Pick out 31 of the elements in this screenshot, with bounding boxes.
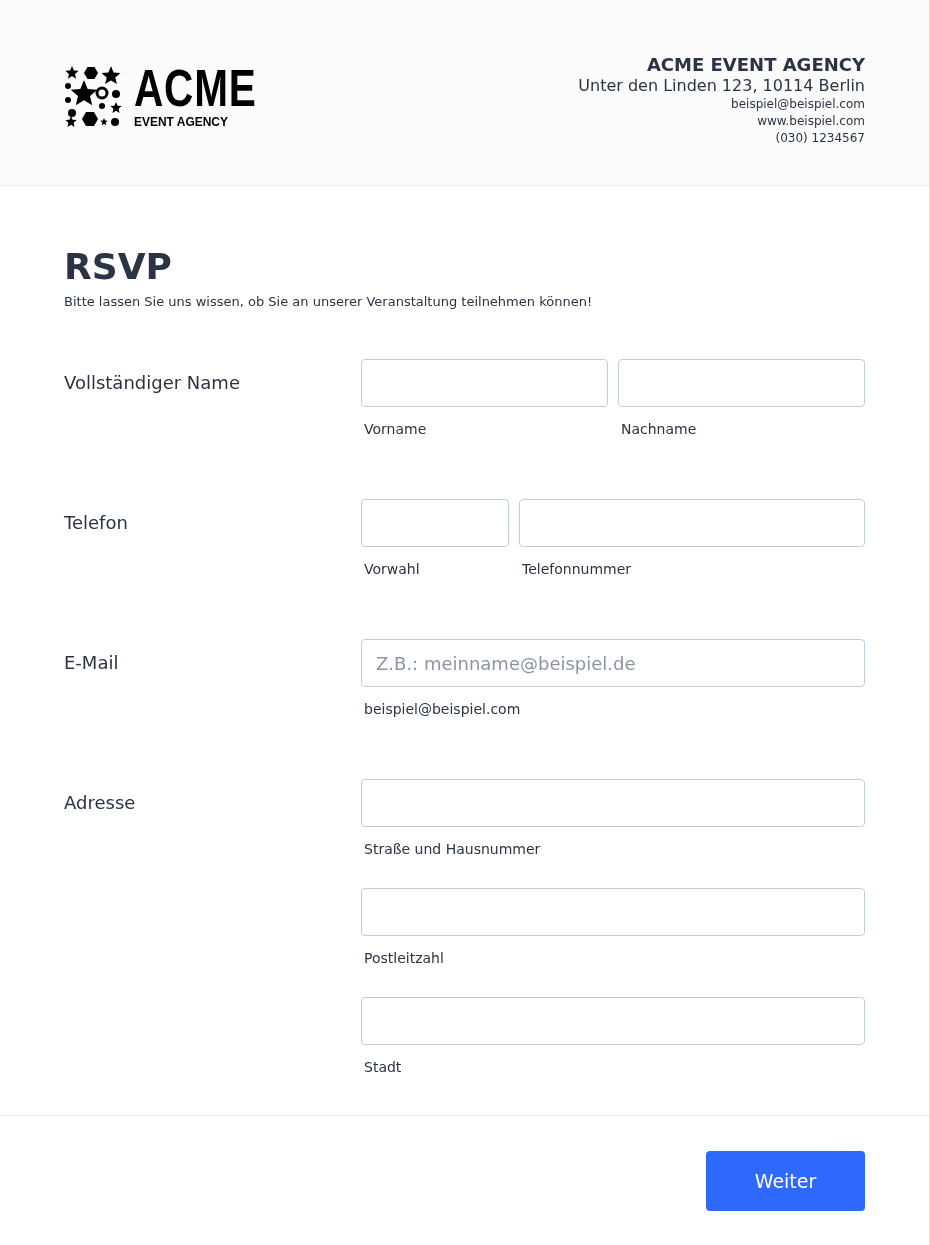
company-website: www.beispiel.com xyxy=(757,113,865,130)
logo-wordmark: ACME xyxy=(134,66,257,110)
stars-logo-icon xyxy=(64,66,122,128)
company-name: ACME EVENT AGENCY xyxy=(646,54,865,76)
input-field[interactable] xyxy=(361,499,509,547)
field-hint: Nachname xyxy=(620,421,698,437)
company-phone: (030) 1234567 xyxy=(775,130,865,147)
input-field[interactable] xyxy=(361,997,865,1045)
form-description: Bitte lassen Sie uns wissen, ob Sie an unserer Veranstaltung teilnehmen können! xyxy=(64,294,594,309)
field-label: E-Mail xyxy=(64,651,120,675)
field-hint: Telefonnummer xyxy=(521,561,633,577)
field-hint: Stadt xyxy=(363,1059,403,1075)
company-email: beispiel@beispiel.com xyxy=(731,96,865,113)
field-label: Vollständiger Name xyxy=(64,371,241,395)
field-hint: Vorwahl xyxy=(363,561,421,577)
input-field[interactable]: Z.B.: meinname@beispiel.de xyxy=(361,639,865,687)
input-field[interactable] xyxy=(361,888,865,936)
form-title: RSVP xyxy=(64,246,173,288)
field-label: Telefon xyxy=(64,511,129,535)
input-field[interactable] xyxy=(361,779,865,827)
next-button[interactable]: Weiter xyxy=(706,1151,865,1211)
company-address: Unter den Linden 123, 10114 Berlin xyxy=(578,76,865,96)
field-hint: Vorname xyxy=(363,421,428,437)
logo-tagline: EVENT AGENCY xyxy=(134,114,229,129)
input-field[interactable] xyxy=(519,499,865,547)
input-field[interactable] xyxy=(361,359,608,407)
field-hint: Straße und Hausnummer xyxy=(363,841,542,857)
field-hint: beispiel@beispiel.com xyxy=(363,701,522,717)
input-field[interactable] xyxy=(618,359,865,407)
field-label: Adresse xyxy=(64,791,137,815)
field-hint: Postleitzahl xyxy=(363,950,445,966)
